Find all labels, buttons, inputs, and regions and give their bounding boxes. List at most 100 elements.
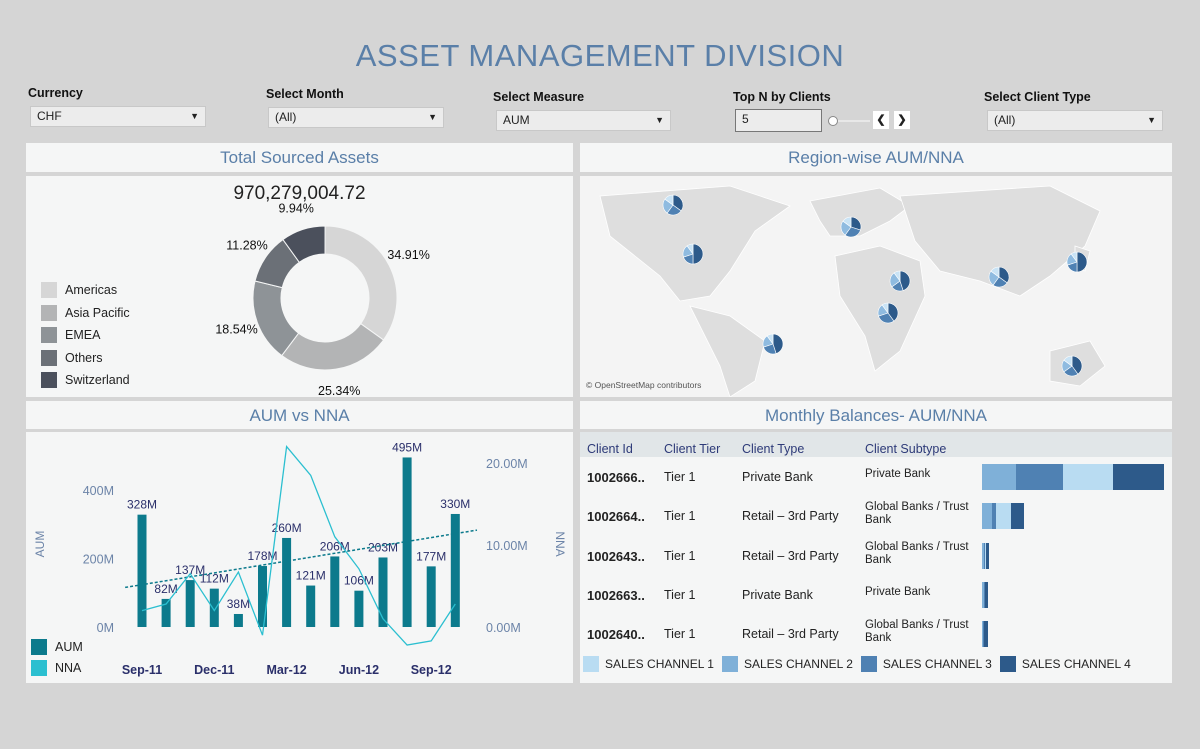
region-pie[interactable] <box>877 302 899 324</box>
dropdown-arrow-icon: ▼ <box>655 115 664 125</box>
client-id: 1002643.. <box>587 549 645 564</box>
col-client-id[interactable]: Client Id <box>587 442 633 456</box>
legend-nna: NNA <box>31 657 81 680</box>
legend-label: SALES CHANNEL 2 <box>743 657 853 672</box>
map-attribution: © OpenStreetMap contributors <box>586 380 702 390</box>
legend-label: NNA <box>55 661 82 676</box>
col-client-subtype[interactable]: Client Subtype <box>865 442 946 456</box>
y2-tick: 0.00M <box>486 621 521 635</box>
client-type-select[interactable]: (All) ▼ <box>987 110 1163 131</box>
legend-label: SALES CHANNEL 4 <box>1021 657 1131 672</box>
client-id: 1002663.. <box>587 588 645 603</box>
channel-bar-segment[interactable] <box>982 464 1016 490</box>
aum-data-label: 106M <box>344 574 374 588</box>
topn-input[interactable]: 5 <box>735 109 822 132</box>
legend-swatch <box>31 660 47 677</box>
aum-bar-Dec-11 <box>209 588 219 627</box>
measure-select[interactable]: AUM ▼ <box>496 110 671 131</box>
measure-label: Select Measure <box>493 90 585 104</box>
channel-legend-item[interactable]: SALES CHANNEL 2 <box>721 653 853 676</box>
donut-chart: 34.91% 25.34% 18.54% 11.28% 9.94% <box>215 202 430 397</box>
channel-bar-segment[interactable] <box>996 503 1011 529</box>
client-id: 1002664.. <box>587 509 645 524</box>
month-select[interactable]: (All) ▼ <box>268 107 444 128</box>
y-tick: 0M <box>97 621 114 635</box>
currency-select[interactable]: CHF ▼ <box>30 106 206 127</box>
region-pie[interactable] <box>889 270 911 292</box>
y-axis-label: AUM <box>33 531 47 558</box>
legend-label: AUM <box>55 640 83 655</box>
region-map-header: Region-wise AUM/NNA <box>580 143 1172 172</box>
region-pie[interactable] <box>662 194 684 216</box>
client-subtype: Global Banks / Trust Bank <box>865 541 969 566</box>
currency-label: Currency <box>28 86 83 100</box>
col-client-type[interactable]: Client Type <box>742 442 804 456</box>
legend-swatch <box>31 639 47 656</box>
x-tick: Sep-12 <box>411 663 452 677</box>
client-type: Retail – 3rd Party <box>742 627 839 641</box>
month-value: (All) <box>275 110 297 124</box>
aum-bar-Sep-12 <box>426 566 436 627</box>
region-pie[interactable] <box>988 266 1010 288</box>
aum-data-label: 38M <box>227 597 250 611</box>
region-pie[interactable] <box>1066 251 1088 273</box>
channel-legend-item[interactable]: SALES CHANNEL 4 <box>999 653 1131 676</box>
legend-label: SALES CHANNEL 3 <box>882 657 992 672</box>
monthly-panel: Client Id Client Tier Client Type Client… <box>580 432 1172 683</box>
dropdown-arrow-icon: ▼ <box>1147 115 1156 125</box>
sales-channel-legend: SALES CHANNEL 1 SALES CHANNEL 2 SALES CHAN… <box>583 653 1131 676</box>
channel-legend-item[interactable]: SALES CHANNEL 3 <box>860 653 992 676</box>
channel-bar-segment[interactable] <box>982 503 992 529</box>
channel-bar-segment[interactable] <box>986 543 989 569</box>
region-pie[interactable] <box>840 216 862 238</box>
client-type: Retail – 3rd Party <box>742 509 839 523</box>
client-type: Private Bank <box>742 470 813 484</box>
client-type-value: (All) <box>994 113 1016 127</box>
aum-bar-May-12 <box>330 556 340 627</box>
client-tier: Tier 1 <box>664 549 696 563</box>
y2-tick: 20.00M <box>486 457 528 471</box>
client-tier: Tier 1 <box>664 588 696 602</box>
channel-bar-segment[interactable] <box>984 621 988 647</box>
channel-legend-item[interactable]: SALES CHANNEL 1 <box>583 653 714 676</box>
y-tick: 400M <box>83 484 114 498</box>
prev-button[interactable]: ❮ <box>873 111 889 129</box>
donut-slice-asia-pacific <box>281 322 385 371</box>
legend-label: SALES CHANNEL 1 <box>605 657 714 672</box>
region-pie[interactable] <box>682 243 704 265</box>
aum-bar-Jun-12 <box>354 590 364 627</box>
donut-slice-americas <box>324 225 398 341</box>
world-map[interactable] <box>580 176 1172 397</box>
dropdown-arrow-icon: ▼ <box>428 112 437 122</box>
client-type: Private Bank <box>742 588 813 602</box>
x-tick: Jun-12 <box>339 663 379 677</box>
channel-bar-segment[interactable] <box>1063 464 1113 490</box>
region-map-panel[interactable]: © OpenStreetMap contributors <box>580 176 1172 397</box>
channel-bar-segment[interactable] <box>985 582 988 608</box>
topn-slider-track[interactable] <box>838 120 870 122</box>
legend-swatch <box>583 656 599 673</box>
legend-swatch <box>860 656 877 673</box>
client-subtype: Private Bank <box>865 586 931 598</box>
aum-data-label: 112M <box>200 572 229 586</box>
channel-bar-segment[interactable] <box>1113 464 1164 490</box>
legend-aum: AUM <box>31 636 83 659</box>
aum-nna-panel: 0M 200M 400M 0.00M 10.00M 20.00M AUM NNA 328M 82M… <box>26 432 573 683</box>
col-client-tier[interactable]: Client Tier <box>664 442 720 456</box>
client-subtype: Global Banks / Trust Bank <box>865 501 969 526</box>
topn-slider-handle[interactable] <box>828 116 838 126</box>
channel-bar-segment[interactable] <box>1016 464 1063 490</box>
x-tick: Dec-11 <box>194 663 234 677</box>
aum-bar-Nov-11 <box>185 580 195 627</box>
next-button[interactable]: ❯ <box>894 111 910 129</box>
topn-label: Top N by Clients <box>733 90 831 104</box>
client-subtype: Global Banks / Trust Bank <box>865 619 969 644</box>
y2-axis-label: NNA <box>553 531 567 556</box>
region-pie[interactable] <box>762 333 784 355</box>
monthly-header: Monthly Balances- AUM/NNA <box>580 401 1172 429</box>
channel-bar-segment[interactable] <box>1011 503 1024 529</box>
aum-bar-Feb-12 <box>258 566 267 627</box>
legend-swatch <box>999 656 1016 673</box>
aum-data-label: 177M <box>416 549 446 563</box>
region-pie[interactable] <box>1061 355 1083 377</box>
